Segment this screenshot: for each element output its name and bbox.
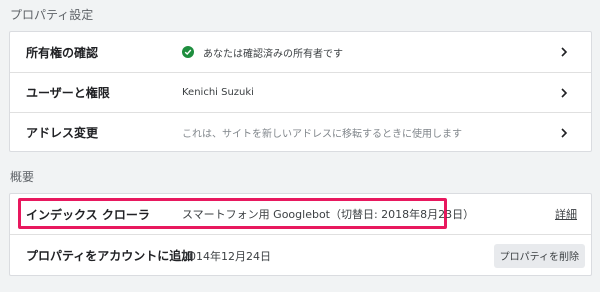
- chevron-right-icon[interactable]: [557, 45, 571, 59]
- details-link[interactable]: 詳細: [555, 206, 577, 222]
- users-permissions-label: ユーザーと権限: [26, 86, 110, 100]
- account-added-label: プロパティをアカウントに追加: [26, 249, 194, 263]
- property-settings-title: プロパティ設定: [10, 8, 94, 22]
- account-added-date: 2014年12月24日: [182, 249, 271, 263]
- index-crawler-value: スマートフォン用 Googlebot（切替日: 2018年8月23日）: [182, 208, 475, 221]
- chevron-right-icon[interactable]: [557, 126, 571, 140]
- account-added-row: プロパティをアカウントに追加 2014年12月24日 プロパティを削除: [10, 235, 591, 276]
- change-address-value: これは、サイトを新しいアドレスに移転するときに使用します: [182, 129, 462, 140]
- index-crawler-label: インデックス クローラ: [26, 207, 150, 222]
- change-address-label: アドレス変更: [26, 126, 99, 140]
- property-settings-card: 所有権の確認 あなたは確認済みの所有者です ユーザーと権限 Kenichi Su…: [9, 31, 592, 152]
- remove-property-button[interactable]: プロパティを削除: [493, 243, 585, 268]
- ownership-value: あなたは確認済みの所有者です: [182, 45, 343, 60]
- chevron-right-icon[interactable]: [557, 86, 571, 100]
- ownership-row[interactable]: 所有権の確認 あなたは確認済みの所有者です: [10, 32, 591, 72]
- overview-card: インデックス クローラ スマートフォン用 Googlebot（切替日: 2018…: [9, 193, 592, 276]
- ownership-label: 所有権の確認: [26, 45, 99, 60]
- index-crawler-row: インデックス クローラ スマートフォン用 Googlebot（切替日: 2018…: [10, 194, 591, 234]
- users-permissions-row[interactable]: ユーザーと権限 Kenichi Suzuki: [10, 73, 591, 112]
- check-circle-icon: [182, 46, 194, 58]
- users-permissions-value: Kenichi Suzuki: [182, 87, 254, 98]
- overview-title: 概要: [10, 170, 35, 184]
- ownership-status-text: あなたは確認済みの所有者です: [203, 48, 343, 60]
- change-address-row[interactable]: アドレス変更 これは、サイトを新しいアドレスに移転するときに使用します: [10, 113, 591, 152]
